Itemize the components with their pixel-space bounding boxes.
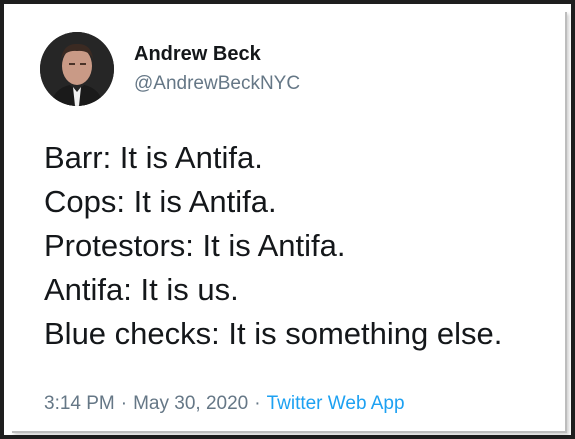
tweet-line: Cops: It is Antifa. — [44, 184, 277, 219]
author-display-name[interactable]: Andrew Beck — [134, 41, 300, 67]
meta-separator: · — [254, 393, 261, 414]
tweet-card: Andrew Beck @AndrewBeckNYC Barr: It is A… — [10, 10, 565, 431]
tweet-source-link[interactable]: Twitter Web App — [267, 393, 405, 414]
screenshot-frame: Andrew Beck @AndrewBeckNYC Barr: It is A… — [0, 0, 575, 439]
author-handle[interactable]: @AndrewBeckNYC — [134, 71, 300, 97]
tweet-time[interactable]: 3:14 PM — [44, 393, 115, 414]
tweet-date[interactable]: May 30, 2020 — [133, 393, 248, 414]
tweet-text: Barr: It is Antifa. Cops: It is Antifa. … — [44, 136, 559, 356]
tweet-line: Protestors: It is Antifa. — [44, 228, 346, 263]
meta-separator: · — [120, 393, 128, 414]
tweet-line: Antifa: It is us. — [44, 272, 239, 307]
avatar-image — [40, 32, 114, 106]
avatar[interactable] — [40, 32, 114, 106]
tweet-line: Barr: It is Antifa. — [44, 140, 263, 175]
tweet-line: Blue checks: It is something else. — [44, 316, 503, 351]
tweet-header: Andrew Beck @AndrewBeckNYC — [40, 30, 300, 108]
tweet-metadata: 3:14 PM · May 30, 2020 · Twitter Web App — [44, 393, 405, 415]
author-info: Andrew Beck @AndrewBeckNYC — [134, 41, 300, 97]
